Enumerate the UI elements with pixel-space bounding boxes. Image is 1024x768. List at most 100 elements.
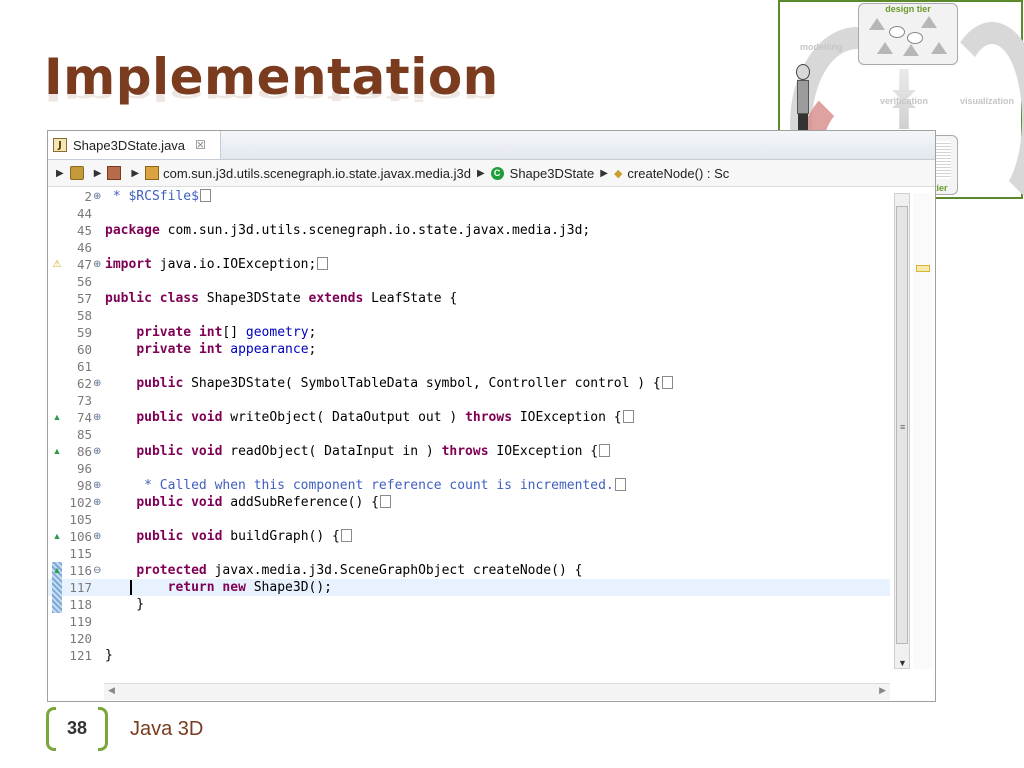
code-line[interactable]: 45 package com.sun.j3d.utils.scenegraph.i… [48,222,890,239]
code-line[interactable]: 61 [48,358,890,375]
line-number: 58 [76,308,92,323]
code-line[interactable]: ▲ 74 ⊕ public void writeObject( DataOutput… [48,409,890,426]
horizontal-scrollbar[interactable]: ◀ ▶ [104,683,890,700]
code-text: * Called when this component reference c… [105,477,626,494]
code-line[interactable]: 57 public class Shape3DState extends Leaf… [48,290,890,307]
graph-node-icon [907,32,923,44]
line-number: 62 [76,376,92,391]
code-line[interactable]: 62 ⊕ public Shape3DState( SymbolTableData… [48,375,890,392]
expand-icon[interactable]: ⊕ [93,256,105,273]
code-line[interactable]: 44 [48,205,890,222]
folded-region-icon[interactable] [661,376,673,389]
vertical-scrollbar[interactable]: ≡ ▼ [894,193,910,669]
expand-icon[interactable]: ⊕ [93,494,105,511]
code-line[interactable]: 115 [48,545,890,562]
project-icon[interactable] [69,166,84,180]
code-text: } [105,597,145,612]
folded-region-icon[interactable] [317,257,329,270]
scrollbar-thumb[interactable]: ≡ [896,206,908,644]
scroll-left-icon[interactable]: ◀ [108,685,115,696]
programmer-figure-icon [794,64,812,136]
expand-icon[interactable]: ⊕ [93,375,105,392]
code-line[interactable]: ▲ 116 ⊖ protected javax.media.j3d.SceneGra… [48,562,890,579]
code-line[interactable]: 2 ⊕ * $RCSfile$ [48,188,890,205]
code-line[interactable]: ▲ 86 ⊕ public void readObject( DataInput i… [48,443,890,460]
slide-title-reflection: Implementation [44,84,499,105]
verification-label: verification [880,96,929,106]
expand-icon[interactable]: ⊕ [93,409,105,426]
tree-node-icon [931,42,947,54]
chevron-right-icon: ▶ [56,167,64,179]
folded-region-icon[interactable] [599,444,611,457]
code-line[interactable]: ▲ 106 ⊕ public void buildGraph() { [48,528,890,545]
code-line[interactable]: 102 ⊕ public void addSubReference() { [48,494,890,511]
expand-icon[interactable]: ⊕ [93,528,105,545]
line-number: 2 [84,189,92,204]
code-line[interactable]: 46 [48,239,890,256]
code-text: public void readObject( DataInput in ) t… [105,443,611,460]
chevron-right-icon: ▶ [93,167,102,179]
tree-node-icon [921,16,937,28]
breadcrumb-method[interactable]: createNode() : Sc [627,166,729,181]
line-number: 60 [76,342,92,357]
chevron-right-icon: ▶ [476,167,485,179]
line-number: 44 [76,206,92,221]
code-line[interactable]: 105 [48,511,890,528]
folded-region-icon[interactable] [614,478,626,491]
line-number: 117 [69,580,92,595]
code-line[interactable]: 56 [48,273,890,290]
code-line[interactable]: 85 [48,426,890,443]
line-number: 59 [76,325,92,340]
code-text: public void addSubReference() { [105,494,391,511]
chevron-right-icon: ▶ [600,167,608,179]
breadcrumb-package[interactable]: com.sun.j3d.utils.scenegraph.io.state.ja… [163,166,471,181]
folded-region-icon[interactable] [622,410,634,423]
footer-text: Java 3D [130,718,204,740]
scroll-right-icon[interactable]: ▶ [879,685,886,696]
code-line[interactable]: 59 private int[] geometry; [48,324,890,341]
overview-ruler[interactable] [913,193,933,669]
editor-tab-bar: J Shape3DState.java ☒ [48,131,935,160]
line-number: 61 [76,359,92,374]
scroll-down-icon[interactable]: ▼ [898,658,907,668]
breadcrumb-class[interactable]: Shape3DState [510,166,595,181]
line-number: 105 [69,512,92,527]
folded-region-icon[interactable] [340,529,352,542]
java-file-icon: J [53,138,67,152]
expand-icon[interactable]: ⊕ [93,443,105,460]
change-marker [52,579,62,596]
line-number: 46 [76,240,92,255]
code-area[interactable]: 2 ⊕ * $RCSfile$ 44 45 package com.sun.j3d.ut… [48,187,935,681]
collapse-icon[interactable]: ⊖ [93,562,105,579]
code-line[interactable]: 96 [48,460,890,477]
expand-icon[interactable]: ⊕ [93,188,105,205]
code-line[interactable]: 121} [48,647,890,664]
package-icon [145,166,160,180]
code-line[interactable]: 120 [48,630,890,647]
close-icon[interactable]: ☒ [195,138,206,152]
code-text: public void buildGraph() { [105,528,352,545]
folded-region-icon[interactable] [199,189,211,202]
line-number: 56 [76,274,92,289]
code-line[interactable]: 98 ⊕ * Called when this component referen… [48,477,890,494]
code-line[interactable]: 119 [48,613,890,630]
code-line[interactable]: 60 private int appearance; [48,341,890,358]
library-jar-icon[interactable] [107,166,122,180]
warning-marker[interactable] [916,265,930,272]
grip-icon: ≡ [900,422,906,432]
page-number: 38 [66,718,88,738]
code-line[interactable]: 73 [48,392,890,409]
expand-icon[interactable]: ⊕ [93,477,105,494]
code-line[interactable]: 117 return new Shape3D(); [48,579,890,596]
folded-region-icon[interactable] [379,495,391,508]
tab-label: Shape3DState.java [73,137,186,153]
code-line[interactable]: ⚠ 47 ⊕ import java.io.IOException; [48,256,890,273]
code-line[interactable]: 58 [48,307,890,324]
editor-tab-shape3dstate[interactable]: J Shape3DState.java ☒ [48,131,221,159]
line-number: 115 [69,546,92,561]
code-line[interactable]: 118 } [48,596,890,613]
code-text: } [105,648,113,663]
design-tier-label: design tier [885,4,931,14]
text-caret [130,580,132,595]
graph-node-icon [889,26,905,38]
